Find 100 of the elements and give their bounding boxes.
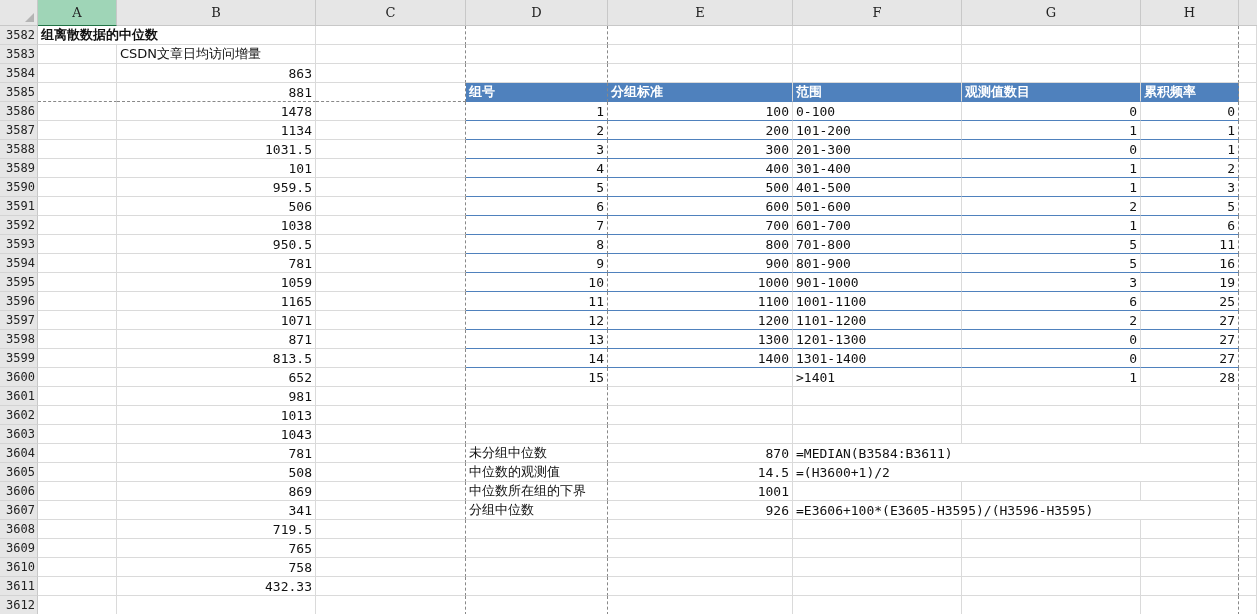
- table-cell: 508: [117, 463, 316, 482]
- table-header-cell: 观测值数目: [962, 83, 1141, 102]
- table-cell: 959.5: [117, 178, 316, 197]
- row-header[interactable]: 3599: [0, 349, 38, 368]
- table-cell: 27: [1141, 349, 1239, 368]
- summary-label: 中位数所在组的下界: [466, 482, 608, 501]
- summary-value: 926: [608, 501, 793, 520]
- column-header[interactable]: D: [466, 0, 608, 26]
- row-header[interactable]: 3588: [0, 140, 38, 159]
- table-cell: 200: [608, 121, 793, 140]
- table-cell: 8: [466, 235, 608, 254]
- row-header[interactable]: 3589: [0, 159, 38, 178]
- table-cell: 27: [1141, 311, 1239, 330]
- table-cell: 1071: [117, 311, 316, 330]
- table-cell: 701-800: [793, 235, 962, 254]
- empty-cell: [1239, 539, 1257, 558]
- empty-cell: [1239, 273, 1257, 292]
- table-cell: 11: [466, 292, 608, 311]
- table-cell: 1000: [608, 273, 793, 292]
- row-header[interactable]: 3605: [0, 463, 38, 482]
- formula-cell: =E3606+100*(E3605-H3595)/(H3596-H3595): [793, 501, 1239, 520]
- table-cell: 1100: [608, 292, 793, 311]
- column-header[interactable]: F: [793, 0, 962, 26]
- row-header[interactable]: 3600: [0, 368, 38, 387]
- row-header[interactable]: 3596: [0, 292, 38, 311]
- table-cell: 15: [466, 368, 608, 387]
- row-header[interactable]: 3584: [0, 64, 38, 83]
- row-header[interactable]: 3583: [0, 45, 38, 64]
- table-cell: 3: [1141, 178, 1239, 197]
- empty-cell: [1239, 83, 1257, 102]
- column-header[interactable]: A: [38, 0, 117, 26]
- row-header[interactable]: 3608: [0, 520, 38, 539]
- table-cell: 1478: [117, 102, 316, 121]
- row-header[interactable]: 3609: [0, 539, 38, 558]
- column-header[interactable]: G: [962, 0, 1141, 26]
- table-cell: 300: [608, 140, 793, 159]
- table-cell: 781: [117, 254, 316, 273]
- table-cell: 3: [466, 140, 608, 159]
- row-header[interactable]: 3595: [0, 273, 38, 292]
- column-header[interactable]: H: [1141, 0, 1239, 26]
- empty-cell: [1239, 254, 1257, 273]
- summary-label: 未分组中位数: [466, 444, 608, 463]
- table-cell: 800: [608, 235, 793, 254]
- table-cell: 0: [1141, 102, 1239, 121]
- column-header[interactable]: E: [608, 0, 793, 26]
- row-header[interactable]: 3610: [0, 558, 38, 577]
- empty-cell: [1239, 482, 1257, 501]
- row-header[interactable]: 3594: [0, 254, 38, 273]
- table-cell: 601-700: [793, 216, 962, 235]
- empty-cell: [1239, 64, 1257, 83]
- table-cell: 781: [117, 444, 316, 463]
- table-cell: 16: [1141, 254, 1239, 273]
- row-header[interactable]: 3604: [0, 444, 38, 463]
- row-header[interactable]: 3601: [0, 387, 38, 406]
- table-cell: 900: [608, 254, 793, 273]
- column-header[interactable]: B: [117, 0, 316, 26]
- table-cell: 2: [962, 311, 1141, 330]
- table-cell: 1400: [608, 349, 793, 368]
- empty-cell: [1239, 577, 1257, 596]
- table-cell: 500: [608, 178, 793, 197]
- row-header[interactable]: 3612: [0, 596, 38, 614]
- row-header[interactable]: 3598: [0, 330, 38, 349]
- row-header[interactable]: 3607: [0, 501, 38, 520]
- table-cell: 1101-1200: [793, 311, 962, 330]
- empty-cell: [1239, 463, 1257, 482]
- row-header[interactable]: 3603: [0, 425, 38, 444]
- row-header[interactable]: 3602: [0, 406, 38, 425]
- row-header[interactable]: 3593: [0, 235, 38, 254]
- table-cell: 871: [117, 330, 316, 349]
- row-header[interactable]: 3590: [0, 178, 38, 197]
- table-cell: 1043: [117, 425, 316, 444]
- table-cell: 1200: [608, 311, 793, 330]
- table-cell: 1038: [117, 216, 316, 235]
- row-header[interactable]: 3592: [0, 216, 38, 235]
- select-all-corner[interactable]: [0, 0, 38, 26]
- row-header[interactable]: 3586: [0, 102, 38, 121]
- row-header[interactable]: 3587: [0, 121, 38, 140]
- table-cell: 3: [962, 273, 1141, 292]
- row-header[interactable]: 3611: [0, 577, 38, 596]
- formula-cell: =(H3600+1)/2: [793, 463, 1239, 482]
- table-cell: 101-200: [793, 121, 962, 140]
- table-cell: 2: [1141, 159, 1239, 178]
- table-cell: 7: [466, 216, 608, 235]
- row-header[interactable]: 3606: [0, 482, 38, 501]
- empty-cell: [1239, 292, 1257, 311]
- column-header[interactable]: C: [316, 0, 466, 26]
- table-cell: 19: [1141, 273, 1239, 292]
- table-cell: 1013: [117, 406, 316, 425]
- row-header[interactable]: 3585: [0, 83, 38, 102]
- table-cell: >1401: [793, 368, 962, 387]
- empty-cell: [1239, 235, 1257, 254]
- table-cell: 9: [466, 254, 608, 273]
- table-cell: 863: [117, 64, 316, 83]
- row-header[interactable]: 3582: [0, 26, 38, 45]
- row-header[interactable]: 3597: [0, 311, 38, 330]
- table-cell: 2: [466, 121, 608, 140]
- table-cell: 600: [608, 197, 793, 216]
- table-cell: 901-1000: [793, 273, 962, 292]
- row-header[interactable]: 3591: [0, 197, 38, 216]
- table-cell: 1201-1300: [793, 330, 962, 349]
